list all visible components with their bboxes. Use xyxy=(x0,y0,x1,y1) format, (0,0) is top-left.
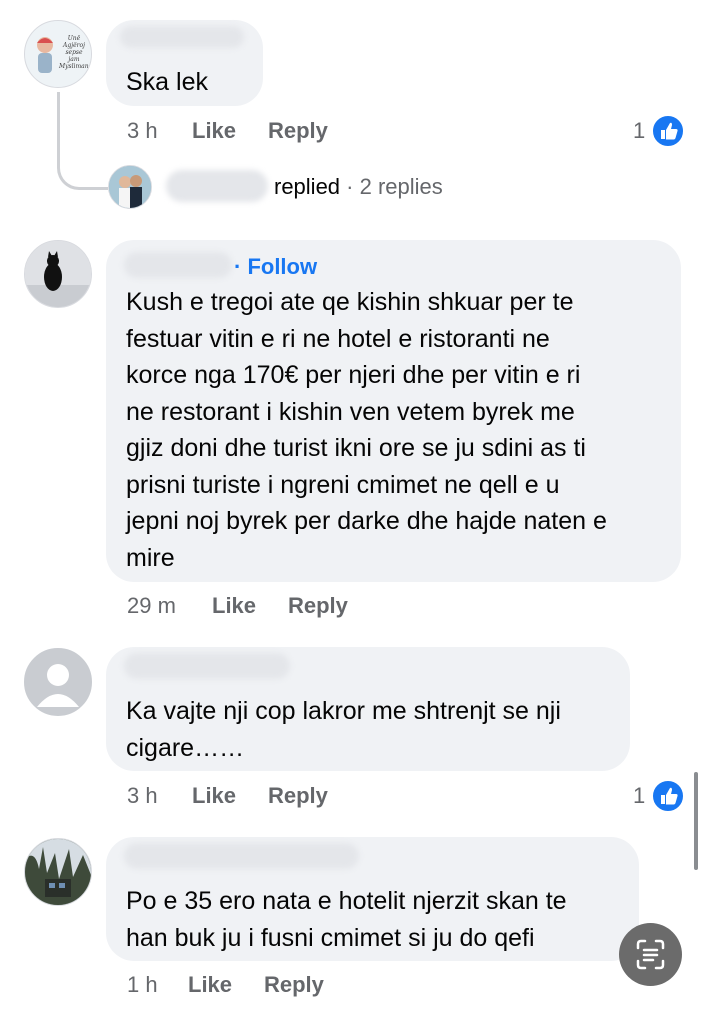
comment-text: Ka vajte nji cop lakror me shtrenjt se n… xyxy=(126,697,561,762)
comment-text: Ska lek xyxy=(126,68,208,96)
view-replies-link[interactable]: replied · 2 replies xyxy=(274,174,443,200)
thread-connector xyxy=(57,92,108,190)
reply-button[interactable]: Reply xyxy=(264,972,324,998)
comment-time: 3 h xyxy=(127,118,158,143)
avatar[interactable]: Unë Agjëroj sepse jam Mysliman. xyxy=(24,20,92,88)
like-button[interactable]: Like xyxy=(192,118,236,144)
text-scan-button[interactable] xyxy=(619,923,682,986)
thumbs-up-icon xyxy=(651,114,685,148)
avatar[interactable] xyxy=(24,648,92,716)
avatar[interactable] xyxy=(24,240,92,308)
replier-name-redacted xyxy=(166,170,268,202)
reaction-count[interactable]: 1 xyxy=(633,118,645,144)
like-button[interactable]: Like xyxy=(188,972,232,998)
commenter-name-redacted xyxy=(124,252,232,278)
avatar[interactable] xyxy=(24,838,92,906)
comment-time: 29 m xyxy=(127,593,176,618)
avatar[interactable] xyxy=(108,165,152,209)
comment-meta: 3 h xyxy=(127,118,158,144)
default-avatar-icon xyxy=(25,649,91,715)
reply-button[interactable]: Reply xyxy=(268,783,328,809)
reaction-count[interactable]: 1 xyxy=(633,783,645,809)
commenter-name-redacted xyxy=(124,843,359,869)
comment-bubble[interactable]: Ka vajte nji cop lakror me shtrenjt se n… xyxy=(106,647,630,771)
comment-bubble[interactable]: · Follow Kush e tregoi ate qe kishin shk… xyxy=(106,240,681,582)
thumbs-up-icon xyxy=(651,779,685,813)
like-button[interactable]: Like xyxy=(192,783,236,809)
scrollbar[interactable] xyxy=(694,772,698,870)
follow-button[interactable]: · Follow xyxy=(234,254,317,280)
reply-button[interactable]: Reply xyxy=(288,593,348,619)
avatar-caption: Unë Agjëroj sepse jam Mysliman. xyxy=(59,35,91,70)
commenter-name-redacted xyxy=(120,26,244,48)
comment-text: Kush e tregoi ate qe kishin shkuar per t… xyxy=(126,288,607,572)
like-button[interactable]: Like xyxy=(212,593,256,619)
comment-time: 3 h xyxy=(127,783,158,808)
text-scan-icon xyxy=(636,939,665,970)
comment-bubble[interactable]: Po e 35 ero nata e hotelit njerzit skan … xyxy=(106,837,639,961)
comment-text: Po e 35 ero nata e hotelit njerzit skan … xyxy=(126,887,567,952)
commenter-name-redacted xyxy=(124,653,290,679)
reply-button[interactable]: Reply xyxy=(268,118,328,144)
comment-time: 1 h xyxy=(127,972,158,997)
comment-bubble[interactable]: Ska lek xyxy=(106,20,263,106)
